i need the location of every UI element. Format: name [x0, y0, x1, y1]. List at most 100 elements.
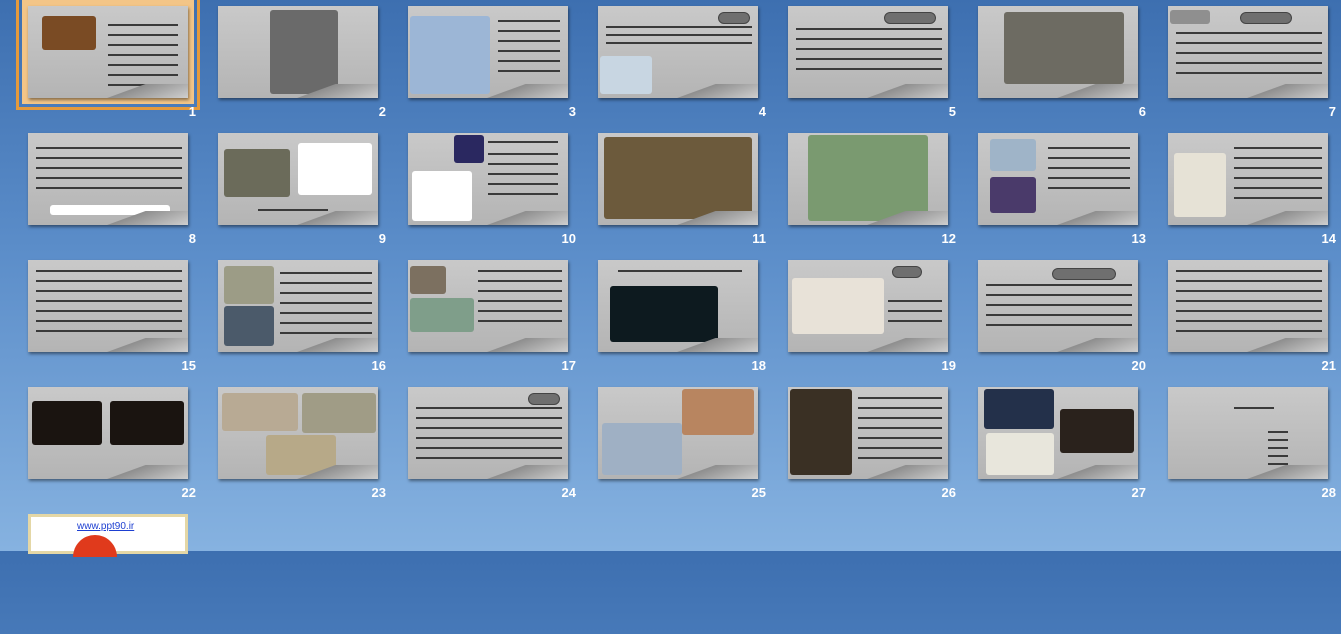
slide-thumbnail-21[interactable]: 21: [1168, 260, 1338, 380]
slide-image: [410, 16, 490, 94]
slide-number: 16: [371, 358, 386, 373]
slide-text-line: [478, 320, 562, 322]
slide-thumbnail-19[interactable]: 19: [788, 260, 958, 380]
slide-thumbnail-5[interactable]: 5: [788, 6, 958, 126]
slide-thumbnail-25[interactable]: 25: [598, 387, 768, 507]
slide-number: 2: [378, 104, 386, 119]
slide-thumbnail-2[interactable]: 2: [218, 6, 388, 126]
slide-text-line: [888, 300, 942, 302]
slide-number: 24: [561, 485, 576, 500]
slide-thumbnail-28[interactable]: 28: [1168, 387, 1338, 507]
slide-text-line: [280, 322, 372, 324]
slide-preview: [408, 6, 568, 98]
slide-heading-shape: [718, 12, 750, 24]
slide-thumbnail-29[interactable]: www.ppt90.ir: [28, 514, 198, 634]
slide-text-line: [1176, 310, 1322, 312]
slide-text-line: [1234, 167, 1322, 169]
slide-thumbnail-15[interactable]: 15: [28, 260, 198, 380]
slide-image: [1174, 153, 1226, 217]
slide-text-line: [1176, 300, 1322, 302]
slide-text-line: [416, 427, 562, 429]
slide-number: 13: [1131, 231, 1146, 246]
slide-text-line: [36, 290, 182, 292]
slide-text-line: [108, 54, 178, 56]
slide-number: 11: [752, 231, 766, 246]
slide-text-line: [1234, 177, 1322, 179]
slide-text-line: [986, 314, 1132, 316]
slide-text-line: [488, 153, 558, 155]
slide-text-line: [1176, 52, 1322, 54]
slide-text-line: [36, 280, 182, 282]
slide-text-line: [488, 163, 558, 165]
slide-text-line: [1268, 431, 1288, 433]
slide-text-line: [1176, 62, 1322, 64]
slide-text-line: [1048, 177, 1130, 179]
slide-preview: [978, 260, 1138, 352]
slide-thumbnail-27[interactable]: 27: [978, 387, 1148, 507]
slide-text-line: [498, 50, 560, 52]
slide-thumbnail-11[interactable]: 11: [598, 133, 768, 253]
slide-image: [42, 16, 96, 50]
slide-text-line: [1048, 147, 1130, 149]
slide-thumbnail-6[interactable]: 6: [978, 6, 1148, 126]
slide-text-line: [36, 310, 182, 312]
slide-thumbnail-18[interactable]: 18: [598, 260, 768, 380]
slide-thumbnail-26[interactable]: 26: [788, 387, 958, 507]
slide-text-line: [796, 58, 942, 60]
slide-thumbnail-14[interactable]: 14: [1168, 133, 1338, 253]
slide-preview: [28, 260, 188, 352]
slide-thumbnail-22[interactable]: 22: [28, 387, 198, 507]
slide-text-line: [416, 437, 562, 439]
slide-text-line: [280, 272, 372, 274]
slide-thumbnail-8[interactable]: 8: [28, 133, 198, 253]
slide-text-line: [36, 157, 182, 159]
slide-number: 14: [1321, 231, 1336, 246]
slide-text-line: [858, 397, 942, 399]
slide-thumbnail-16[interactable]: 16: [218, 260, 388, 380]
slide-image: [790, 389, 852, 475]
slide-thumbnail-17[interactable]: 17: [408, 260, 578, 380]
slide-preview: [1168, 260, 1328, 352]
slide-text-line: [280, 292, 372, 294]
slide-thumbnail-3[interactable]: 3: [408, 6, 578, 126]
slide-text-line: [488, 193, 558, 195]
slide-number: 4: [758, 104, 766, 119]
slide-thumbnail-13[interactable]: 13: [978, 133, 1148, 253]
slide-number: 21: [1321, 358, 1336, 373]
slide-image: [792, 278, 884, 334]
slide-preview: www.ppt90.ir: [28, 514, 188, 557]
slide-image: [990, 177, 1036, 213]
slide-thumbnail-12[interactable]: 12: [788, 133, 958, 253]
slide-text-line: [986, 304, 1132, 306]
slide-thumbnail-23[interactable]: 23: [218, 387, 388, 507]
slide-preview: [408, 133, 568, 225]
slide-image: [222, 393, 298, 431]
slide-preview: [408, 260, 568, 352]
slide-image: [986, 433, 1054, 475]
slide-thumbnail-24[interactable]: 24: [408, 387, 578, 507]
slide-text-line: [416, 447, 562, 449]
slide-number: 15: [181, 358, 196, 373]
slide-text-line: [280, 312, 372, 314]
slide-thumbnail-4[interactable]: 4: [598, 6, 768, 126]
slide-text-line: [416, 417, 562, 419]
slide-text-line: [1268, 447, 1288, 449]
slide-thumbnail-9[interactable]: 9: [218, 133, 388, 253]
slide-thumbnail-20[interactable]: 20: [978, 260, 1148, 380]
slide-text-line: [36, 147, 182, 149]
slide-thumbnail-7[interactable]: 7: [1168, 6, 1338, 126]
slide-preview: [1168, 387, 1328, 479]
slide-text-line: [498, 20, 560, 22]
slide-text-line: [478, 270, 562, 272]
slide-thumbnail-10[interactable]: 10: [408, 133, 578, 253]
slide-text-line: [888, 320, 942, 322]
slide-text-line: [1234, 407, 1274, 409]
slide-thumbnail-1[interactable]: 1: [16, 0, 200, 126]
website-link[interactable]: www.ppt90.ir: [77, 521, 134, 532]
slide-text-line: [1176, 330, 1322, 332]
slide-heading-shape: [1052, 268, 1116, 280]
slide-text-line: [1234, 197, 1322, 199]
slide-heading-shape: [1240, 12, 1292, 24]
slide-preview: [218, 387, 378, 479]
slide-number: 19: [941, 358, 956, 373]
